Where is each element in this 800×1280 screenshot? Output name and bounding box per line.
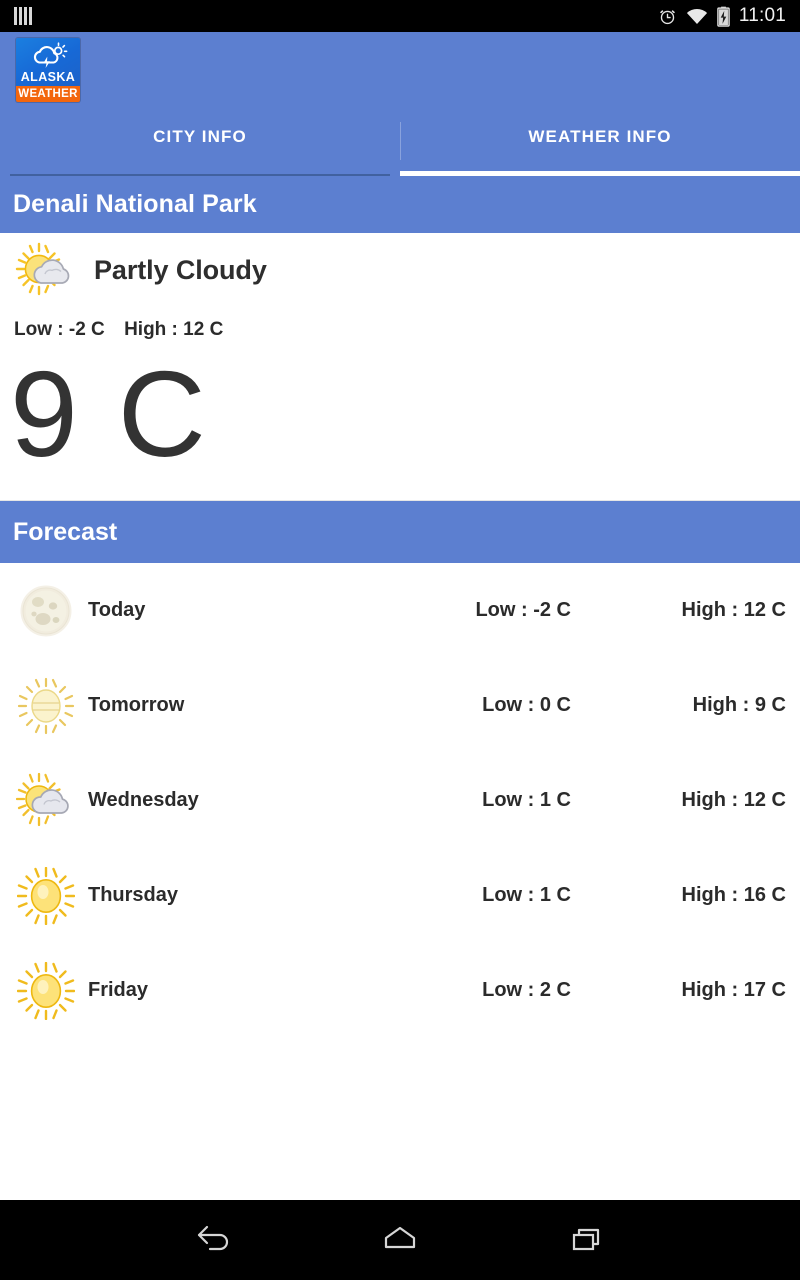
tab-weather-info-label: WEATHER INFO bbox=[528, 127, 672, 146]
forecast-high-label: High : 16 C bbox=[681, 884, 786, 906]
wifi-icon bbox=[686, 8, 708, 25]
status-bar-right: 11:01 bbox=[658, 5, 786, 27]
table-row[interactable]: Tomorrow Low : 0 C High : 9 C bbox=[0, 658, 800, 753]
tab-weather-info[interactable]: WEATHER INFO bbox=[400, 108, 800, 176]
forecast-low-label: Low : 1 C bbox=[482, 884, 571, 906]
status-bar-left bbox=[14, 7, 32, 25]
forecast-header: Forecast bbox=[0, 501, 800, 563]
sun-icon bbox=[16, 961, 76, 1020]
tab-weather-info-underline bbox=[400, 171, 800, 176]
forecast-day-label: Friday bbox=[88, 979, 149, 1001]
app-logo-title: ALASKA bbox=[20, 70, 76, 84]
forecast-high-label: High : 12 C bbox=[681, 789, 786, 811]
status-bar-clock: 11:01 bbox=[738, 5, 786, 26]
current-lowhigh: Low : -2 C High : 12 C bbox=[0, 319, 800, 341]
recents-icon[interactable] bbox=[558, 1216, 618, 1264]
forecast-low-label: Low : 0 C bbox=[482, 694, 571, 716]
app-logo-icon[interactable]: ALASKA WEATHER bbox=[16, 38, 80, 102]
tab-city-info[interactable]: CITY INFO bbox=[0, 108, 400, 176]
home-icon[interactable] bbox=[370, 1216, 430, 1264]
forecast-day-label: Thursday bbox=[88, 884, 179, 906]
forecast-day-label: Today bbox=[88, 599, 146, 621]
current-conditions-panel: Partly Cloudy Low : -2 C High : 12 C 9 C bbox=[0, 233, 800, 501]
table-row[interactable]: Thursday Low : 1 C High : 16 C bbox=[0, 848, 800, 943]
current-condition-label: Partly Cloudy bbox=[94, 254, 267, 285]
sim-bars-icon bbox=[14, 7, 32, 25]
sun-icon bbox=[16, 866, 76, 925]
forecast-low-label: Low : 1 C bbox=[482, 789, 571, 811]
forecast-low-label: Low : -2 C bbox=[475, 599, 571, 621]
back-icon[interactable] bbox=[182, 1216, 242, 1264]
forecast-day-label: Wednesday bbox=[88, 789, 199, 811]
alarm-clock-icon bbox=[658, 7, 677, 26]
battery-charging-icon bbox=[717, 6, 730, 27]
city-header: Denali National Park bbox=[0, 176, 800, 233]
status-bar: 11:01 bbox=[0, 0, 800, 32]
forecast-high-label: High : 9 C bbox=[692, 694, 786, 716]
forecast-day-label: Tomorrow bbox=[88, 694, 185, 716]
tab-city-info-label: CITY INFO bbox=[153, 127, 247, 146]
app-logo-subtitle: WEATHER bbox=[16, 86, 80, 102]
tab-divider bbox=[400, 122, 401, 160]
tab-city-info-underline bbox=[10, 174, 390, 176]
forecast-high-label: High : 17 C bbox=[681, 979, 786, 1001]
forecast-title: Forecast bbox=[13, 517, 118, 546]
forecast-low-label: Low : 2 C bbox=[482, 979, 571, 1001]
tab-bar: CITY INFO WEATHER INFO bbox=[0, 108, 800, 176]
current-condition-row: Partly Cloudy bbox=[0, 233, 800, 301]
table-row[interactable]: Wednesday Low : 1 C High : 12 C bbox=[0, 753, 800, 848]
current-high-label: High : 12 C bbox=[124, 319, 224, 340]
forecast-list: Today Low : -2 C High : 12 C Tomorrow Lo… bbox=[0, 563, 800, 1200]
full-moon-icon bbox=[16, 584, 76, 638]
app-bar: ALASKA WEATHER bbox=[0, 32, 800, 108]
current-temperature: 9 C bbox=[10, 346, 209, 482]
cloud-sun-lightning-icon bbox=[16, 38, 80, 70]
hazy-sun-icon bbox=[16, 677, 76, 735]
sun-behind-cloud-icon bbox=[14, 241, 78, 299]
forecast-high-label: High : 12 C bbox=[681, 599, 786, 621]
android-nav-bar bbox=[0, 1200, 800, 1280]
table-row[interactable]: Today Low : -2 C High : 12 C bbox=[0, 563, 800, 658]
page-title: Denali National Park bbox=[13, 190, 257, 218]
sun-behind-cloud-icon bbox=[16, 772, 76, 830]
table-row[interactable]: Friday Low : 2 C High : 17 C bbox=[0, 943, 800, 1038]
app-screen: 11:01 ALASKA WEATHER CITY INFO WEATHER I… bbox=[0, 0, 800, 1280]
current-low-label: Low : -2 C bbox=[14, 319, 105, 340]
